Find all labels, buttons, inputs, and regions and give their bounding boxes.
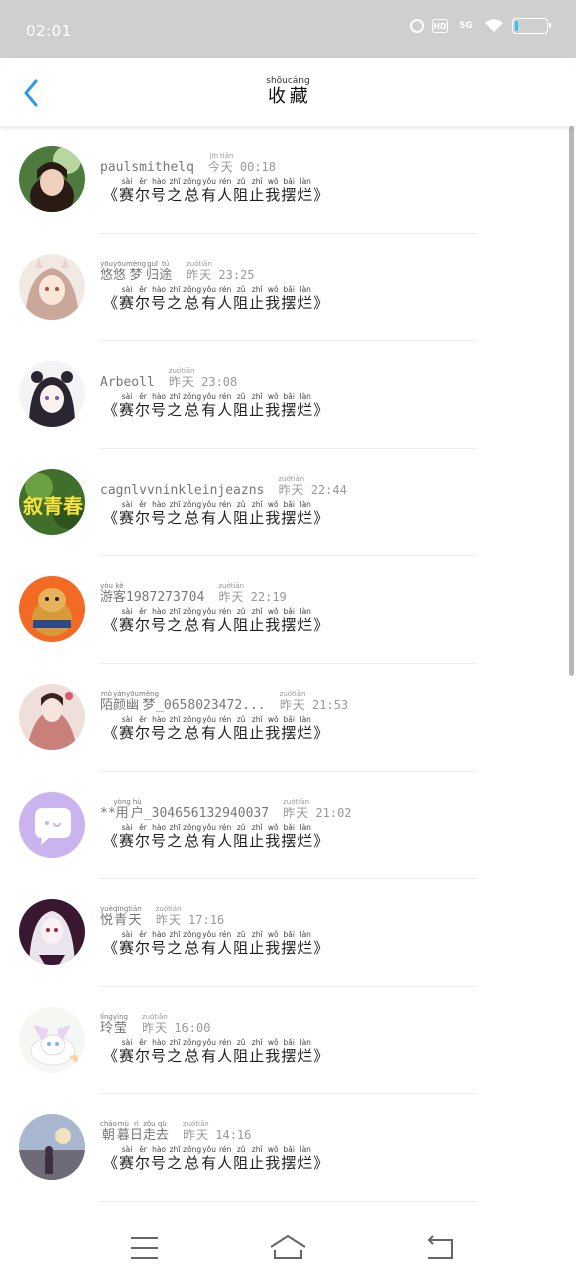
list-item[interactable]: 朝cháo暮mù日rì走zǒu去qù 昨zuó天tiān 14:16 《赛sài尔ě…	[0, 1094, 576, 1202]
avatar-green-text-icon: 叙青春	[19, 468, 85, 535]
favorite-title[interactable]: 《赛sài尔ěr号hào之zhī总zǒng有yǒu人rén阻zǔ止zhǐ我wǒ摆…	[103, 392, 329, 420]
timestamp: 今jīn天tiān 00:18	[207, 152, 277, 174]
avatar-hanfu-girl-icon	[19, 683, 85, 750]
favorite-title[interactable]: 《赛sài尔ěr号hào之zhī总zǒng有yǒu人rén阻zǔ止zhǐ我wǒ摆…	[103, 823, 329, 851]
avatar[interactable]	[19, 576, 85, 643]
signal-5g-icon: 5G	[459, 21, 473, 31]
item-header: 陌mò颜yán幽yōu梦mèng_0658023472... 昨zuó天tiān …	[100, 690, 348, 713]
favorite-title[interactable]: 《赛sài尔ěr号hào之zhī总zǒng有yǒu人rén阻zǔ止zhǐ我wǒ摆…	[103, 1145, 329, 1173]
user-name[interactable]: 陌mò颜yán幽yōu梦mèng_0658023472...	[100, 690, 266, 713]
timestamp: 昨zuó天tiān 17:16	[155, 905, 225, 928]
avatar[interactable]: 叙青春	[19, 468, 85, 535]
avatar-sky-scene-icon	[19, 1114, 85, 1181]
user-name[interactable]: 悠yōu悠yōu梦mèng归guī途tú	[100, 260, 172, 283]
avatar-anime-girl-icon	[19, 253, 85, 320]
list-item[interactable]: 悠yōu悠yōu梦mèng归guī途tú 昨zuó天tiān 23:25 《赛sài…	[0, 234, 576, 342]
item-header: 悦yuè青qīng天tiān 昨zuó天tiān 17:16	[100, 905, 224, 928]
user-name[interactable]: paulsmithelq	[100, 160, 194, 175]
favorites-list: paulsmithelq 今jīn天tiān 00:18 《赛sài尔ěr号hào之…	[0, 126, 576, 1202]
header: 收shōu藏cáng	[0, 58, 576, 126]
avatar-fox-cartoon-icon	[19, 1006, 85, 1073]
timestamp: 昨zuó天tiān 22:19	[218, 582, 287, 605]
avatar[interactable]	[19, 1114, 85, 1181]
timestamp: 昨zuó天tiān 21:53	[279, 689, 349, 712]
item-header: 玲líng莹yíng 昨zuó天tiān 16:00	[100, 1013, 210, 1036]
avatar-anime-sketch-icon	[19, 361, 85, 428]
avatar[interactable]	[19, 791, 85, 858]
status-icons: HD 5G	[410, 18, 551, 34]
divider	[100, 1200, 476, 1202]
item-header: 朝cháo暮mù日rì走zǒu去qù 昨zuó天tiān 14:16	[100, 1120, 251, 1143]
back-nav-button[interactable]	[420, 1230, 460, 1266]
item-header: 悠yōu悠yōu梦mèng归guī途tú 昨zuó天tiān 23:25	[100, 260, 255, 283]
wifi-icon	[485, 19, 503, 32]
timestamp: 昨zuó天tiān 22:44	[278, 474, 347, 497]
timestamp: 昨zuó天tiān 23:08	[168, 367, 238, 390]
status-time: 02:01	[26, 22, 72, 40]
list-item[interactable]: 叙青春 cagnlvvninkleinjeazns 昨zuó天tiān 22:44 《…	[0, 449, 576, 557]
item-header: cagnlvvninkleinjeazns 昨zuó天tiān 22:44	[100, 475, 347, 498]
avatar[interactable]	[19, 361, 85, 428]
favorite-title[interactable]: 《赛sài尔ěr号hào之zhī总zǒng有yǒu人rén阻zǔ止zhǐ我wǒ摆…	[103, 930, 329, 958]
avatar-girl-photo-icon	[19, 146, 85, 212]
back-arrow-icon	[427, 1235, 453, 1259]
svg-text:叙青春: 叙青春	[23, 494, 84, 518]
avatar[interactable]	[19, 1006, 85, 1073]
menu-icon	[131, 1237, 158, 1259]
avatar-orange-cartoon-icon	[19, 576, 85, 643]
item-header: Arbeoll 昨zuó天tiān 23:08	[100, 367, 237, 390]
item-header: paulsmithelq 今jīn天tiān 00:18	[100, 152, 276, 175]
user-name[interactable]: Arbeoll	[100, 375, 155, 390]
favorite-title[interactable]: 《赛sài尔ěr号hào之zhī总zǒng有yǒu人rén阻zǔ止zhǐ我wǒ摆…	[103, 1038, 329, 1066]
system-navbar	[0, 1216, 576, 1280]
home-icon	[270, 1234, 306, 1259]
favorite-title[interactable]: 《赛sài尔ěr号hào之zhī总zǒng有yǒu人rén阻zǔ止zhǐ我wǒ摆…	[103, 500, 329, 528]
list-item[interactable]: 陌mò颜yán幽yōu梦mèng_0658023472... 昨zuó天tiān …	[0, 664, 576, 772]
list-item[interactable]: 玲líng莹yíng 昨zuó天tiān 16:00 《赛sài尔ěr号hào之zh…	[0, 987, 576, 1095]
status-bar: 02:01 HD 5G	[0, 0, 576, 58]
list-item[interactable]: Arbeoll 昨zuó天tiān 23:08 《赛sài尔ěr号hào之zhī总z…	[0, 341, 576, 449]
avatar-dark-anime-icon	[19, 899, 85, 966]
battery-icon	[512, 18, 551, 34]
user-name[interactable]: 悦yuè青qīng天tiān	[100, 905, 142, 928]
user-name[interactable]: 游yóu客kè1987273704	[100, 582, 204, 605]
user-name[interactable]: 朝cháo暮mù日rì走zǒu去qù	[100, 1120, 169, 1143]
timestamp: 昨zuó天tiān 14:16	[182, 1120, 252, 1143]
avatar[interactable]	[19, 683, 85, 750]
user-name[interactable]: cagnlvvninkleinjeazns	[100, 483, 264, 498]
avatar[interactable]	[19, 146, 85, 212]
avatar[interactable]	[19, 253, 85, 320]
timestamp: 昨zuó天tiān 23:25	[186, 259, 255, 282]
page-title-text: 收shōu藏cáng	[266, 76, 310, 107]
list-item[interactable]: 悦yuè青qīng天tiān 昨zuó天tiān 17:16 《赛sài尔ěr号hà…	[0, 879, 576, 987]
item-header: **用yòng户hù_304656132940037 昨zuó天tiān 21:0…	[100, 798, 352, 821]
home-button[interactable]	[268, 1230, 308, 1266]
favorite-title[interactable]: 《赛sài尔ěr号hào之zhī总zǒng有yǒu人rén阻zǔ止zhǐ我wǒ摆…	[103, 285, 329, 313]
page-title: 收shōu藏cáng	[0, 76, 576, 108]
alarm-icon	[410, 19, 424, 33]
avatar-default-chat-icon	[19, 791, 85, 858]
item-header: 游yóu客kè1987273704 昨zuó天tiān 22:19	[100, 582, 287, 605]
user-name[interactable]: 玲líng莹yíng	[100, 1013, 128, 1036]
user-name[interactable]: **用yòng户hù_304656132940037	[100, 798, 269, 821]
timestamp: 昨zuó天tiān 16:00	[141, 1012, 211, 1035]
favorite-title[interactable]: 《赛sài尔ěr号hào之zhī总zǒng有yǒu人rén阻zǔ止zhǐ我wǒ摆…	[103, 177, 329, 205]
menu-button[interactable]	[124, 1230, 164, 1266]
favorite-title[interactable]: 《赛sài尔ěr号hào之zhī总zǒng有yǒu人rén阻zǔ止zhǐ我wǒ摆…	[103, 715, 329, 743]
hd-icon: HD	[432, 19, 448, 33]
timestamp: 昨zuó天tiān 21:02	[283, 797, 352, 820]
list-item[interactable]: 游yóu客kè1987273704 昨zuó天tiān 22:19 《赛sài尔ěr…	[0, 556, 576, 664]
avatar[interactable]	[19, 899, 85, 966]
favorite-title[interactable]: 《赛sài尔ěr号hào之zhī总zǒng有yǒu人rén阻zǔ止zhǐ我wǒ摆…	[103, 607, 329, 635]
list-item[interactable]: paulsmithelq 今jīn天tiān 00:18 《赛sài尔ěr号hào之…	[0, 126, 576, 234]
list-item[interactable]: **用yòng户hù_304656132940037 昨zuó天tiān 21:0…	[0, 772, 576, 880]
